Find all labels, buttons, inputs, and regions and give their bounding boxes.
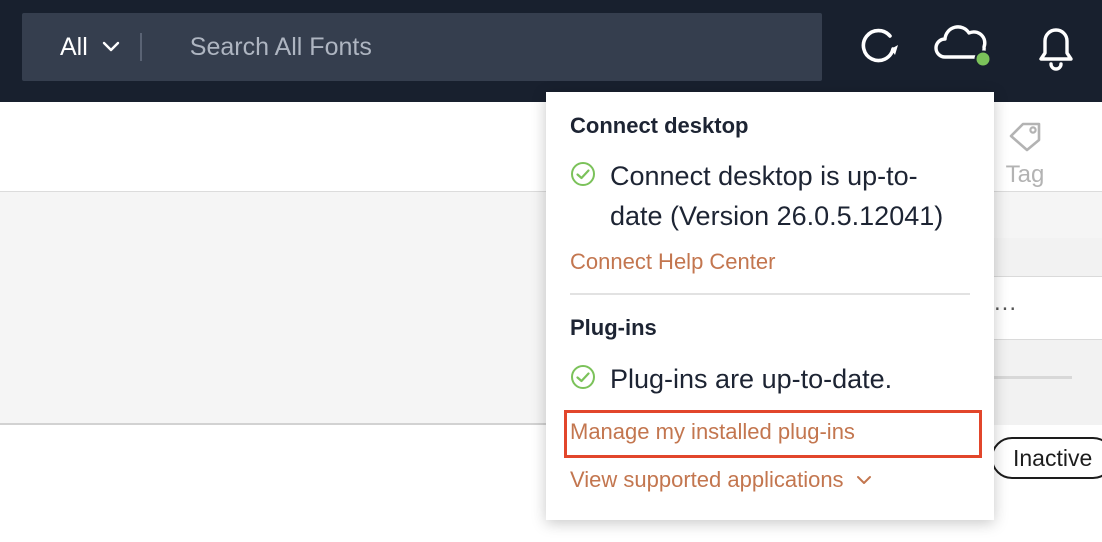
plugins-title: Plug-ins	[570, 315, 657, 340]
sync-status-popover: Connect desktop Connect desktop is up-to…	[546, 92, 994, 520]
cloud-icon	[931, 21, 993, 76]
connect-status-line-1: Connect desktop is up-to-	[610, 161, 918, 191]
connect-help-center-link[interactable]: Connect Help Center	[570, 249, 775, 275]
sync-button[interactable]	[852, 22, 904, 74]
search-scope-label: All	[60, 32, 88, 61]
plugins-status-row: Plug-ins are up-to-date.	[570, 359, 892, 399]
bell-icon	[1033, 21, 1079, 76]
search-divider	[139, 33, 142, 61]
manage-plugins-link[interactable]: Manage my installed plug-ins	[564, 410, 982, 458]
tag-label: Tag	[1005, 161, 1045, 188]
progress-bar	[994, 376, 1072, 379]
view-supported-applications-label: View supported applications	[570, 467, 844, 492]
connect-desktop-title: Connect desktop	[570, 113, 749, 138]
connect-status-line-2: date (Version 26.0.5.12041)	[610, 201, 944, 231]
tag-icon	[1007, 120, 1043, 159]
top-bar: All	[0, 0, 1102, 102]
connect-status-row: Connect desktop is up-to- date (Version …	[570, 156, 943, 236]
view-supported-applications-link[interactable]: View supported applications	[570, 467, 872, 493]
check-circle-icon	[570, 364, 596, 390]
highlight-box	[564, 410, 982, 458]
search-bar: All	[22, 13, 822, 81]
status-badge: Inactive	[991, 437, 1102, 479]
cloud-status-button[interactable]	[932, 22, 992, 74]
more-options-icon[interactable]: ...	[994, 289, 1017, 317]
section-divider	[570, 293, 970, 295]
chevron-down-icon	[856, 475, 872, 485]
chevron-down-icon	[102, 41, 120, 53]
cloud-status-dot	[974, 50, 992, 67]
notifications-button[interactable]	[1030, 22, 1082, 74]
search-scope-dropdown[interactable]: All	[22, 13, 120, 81]
sync-icon	[855, 23, 901, 74]
list-item: ...	[994, 276, 1102, 340]
plugins-status-text: Plug-ins are up-to-date.	[610, 364, 893, 394]
check-circle-icon	[570, 161, 596, 187]
tag-button[interactable]: Tag	[1000, 120, 1050, 189]
search-input[interactable]	[189, 32, 750, 62]
